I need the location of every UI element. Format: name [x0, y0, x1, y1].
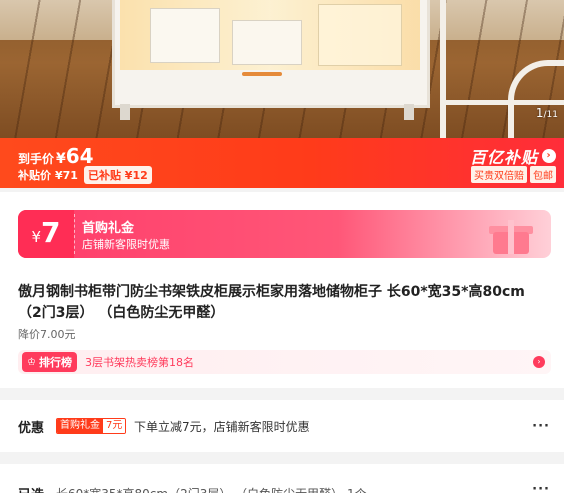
selected-spec-row[interactable]: 已选 长60*宽35*高80cm（2门3层） （白色防尘无甲醛） 1个 ··· — [0, 464, 564, 493]
price-banner: 到手价 ¥ 64 补贴价 ¥71 已补贴 ¥12 百亿补贴 › 买贵双倍赔 包邮 — [0, 138, 564, 188]
offer-label: 优惠 — [18, 420, 45, 436]
brand-label: 百亿补贴 — [469, 148, 538, 167]
gift-box-icon — [489, 218, 533, 254]
image-counter-total: /11 — [543, 110, 558, 120]
image-storage-box — [232, 20, 302, 65]
product-title: 傲月钢制书柜带门防尘书架铁皮柜展示柜家用落地储物柜子 长60*宽35*高80cm… — [18, 284, 525, 321]
subsidy-price-label: 补贴价 — [18, 169, 51, 182]
selected-spec-text: 长60*宽35*高80cm（2门3层） （白色防尘无甲醛） 1个 — [56, 485, 367, 493]
coupon-title: 首购礼金 — [82, 221, 135, 236]
final-price: 到手价 ¥ 64 — [18, 144, 94, 168]
image-counter-current: 1 — [535, 106, 544, 120]
first-purchase-coupon[interactable]: ¥ 7 首购礼金 店铺新客限时优惠 — [18, 210, 551, 258]
price-drop-text: 降价7.00元 — [18, 328, 76, 341]
product-image-carousel[interactable]: 1/11 — [0, 0, 564, 140]
trophy-icon: ♔ — [27, 356, 36, 368]
subsidy-badge: 已补贴 ¥12 — [83, 166, 152, 184]
offer-tag: 首购礼金 7元 — [56, 418, 127, 434]
image-storage-box — [150, 8, 220, 63]
image-storage-box — [318, 4, 402, 66]
more-icon[interactable]: ··· — [532, 482, 550, 493]
billion-subsidy-link[interactable]: 百亿补贴 › — [470, 144, 556, 168]
guarantee-tag: 买贵双倍赔 — [471, 166, 527, 183]
ranking-badge-label: 排行榜 — [38, 356, 72, 369]
offer-tag-value: 7元 — [103, 419, 126, 433]
image-counter: 1/11 — [536, 106, 558, 120]
offer-row[interactable]: 优惠 首购礼金 7元 下单立减7元，店铺新客限时优惠 ··· — [0, 400, 564, 452]
final-price-label: 到手价 — [18, 152, 55, 166]
offer-text: 下单立减7元，店铺新客限时优惠 — [134, 419, 310, 434]
image-cabinet-leg — [120, 104, 130, 120]
chevron-right-icon: › — [533, 356, 545, 368]
guarantee-tag: 包邮 — [530, 166, 556, 183]
more-icon[interactable]: ··· — [532, 419, 550, 434]
guarantee-tags: 买贵双倍赔 包邮 — [468, 166, 556, 183]
product-info-card: ¥ 7 首购礼金 店铺新客限时优惠 傲月钢制书柜带门防尘书架铁皮柜展示柜家用落地… — [0, 192, 564, 388]
coupon-value: 7 — [41, 216, 61, 249]
subsidy-price-value: ¥71 — [55, 168, 78, 182]
ranking-bar[interactable]: ♔ 排行榜 3层书架热卖榜第18名 › — [18, 350, 551, 374]
product-detail-page: 1/11 到手价 ¥ 64 补贴价 ¥71 已补贴 ¥12 百亿补贴 › 买贵双… — [0, 0, 564, 493]
coupon-currency: ¥ — [31, 228, 42, 246]
selected-label: 已选 — [18, 484, 44, 493]
coupon-amount: ¥ 7 — [18, 210, 75, 258]
final-price-currency: ¥ — [56, 151, 66, 167]
final-price-value: 64 — [65, 144, 94, 168]
chevron-right-icon: › — [542, 149, 556, 163]
image-cabinet-leg — [404, 104, 414, 120]
coupon-description: 店铺新客限时优惠 — [82, 238, 170, 251]
ranking-badge: ♔ 排行榜 — [22, 352, 77, 372]
offer-tag-name: 首购礼金 — [57, 419, 103, 433]
subsidy-price: 补贴价 ¥71 已补贴 ¥12 — [18, 166, 152, 184]
image-drawer-handle — [242, 72, 282, 76]
ranking-text: 3层书架热卖榜第18名 — [84, 356, 194, 369]
